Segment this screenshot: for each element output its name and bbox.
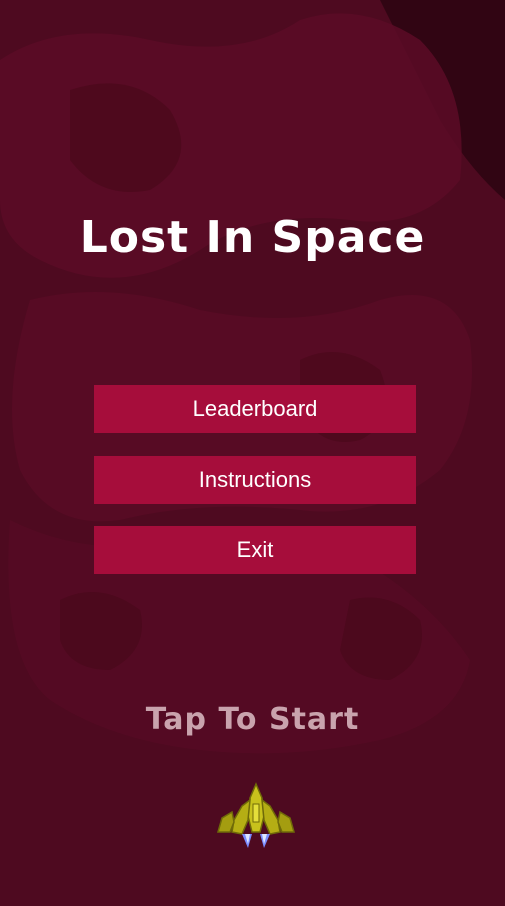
game-title: Lost In Space xyxy=(79,212,426,263)
exit-button[interactable]: Exit xyxy=(94,526,416,574)
background-artwork xyxy=(0,0,505,906)
instructions-button[interactable]: Instructions xyxy=(94,456,416,504)
leaderboard-button[interactable]: Leaderboard xyxy=(94,385,416,433)
tap-to-start-prompt[interactable]: Tap To Start xyxy=(0,702,505,737)
spaceship-icon xyxy=(217,782,295,848)
